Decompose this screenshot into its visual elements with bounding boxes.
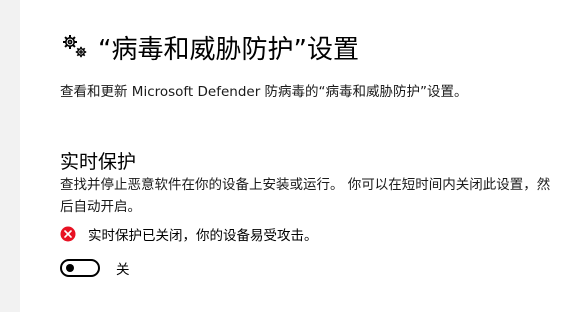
realtime-toggle-label: 关 bbox=[116, 262, 130, 278]
settings-page: “病毒和威胁防护”设置 查看和更新 Microsoft Defender 防病毒… bbox=[60, 0, 560, 312]
error-x-icon bbox=[60, 226, 76, 242]
left-nav-strip bbox=[0, 0, 20, 312]
realtime-warning-text: 实时保护已关闭，你的设备易受攻击。 bbox=[88, 228, 318, 244]
realtime-protection-description: 查找并停止恶意软件在你的设备上安装或运行。 你可以在短时间内关闭此设置，然后自动… bbox=[60, 177, 551, 215]
page-header: “病毒和威胁防护”设置 bbox=[60, 29, 359, 65]
realtime-protection-title: 实时保护 bbox=[60, 151, 137, 173]
realtime-toggle-row: 关 bbox=[60, 256, 130, 280]
page-title: “病毒和威胁防护”设置 bbox=[98, 34, 359, 65]
realtime-protection-toggle[interactable] bbox=[60, 259, 100, 277]
gears-icon bbox=[60, 32, 90, 62]
page-description: 查看和更新 Microsoft Defender 防病毒的“病毒和威胁防护”设置… bbox=[60, 84, 468, 100]
realtime-warning: 实时保护已关闭，你的设备易受攻击。 bbox=[60, 223, 318, 245]
toggle-knob bbox=[66, 264, 74, 272]
